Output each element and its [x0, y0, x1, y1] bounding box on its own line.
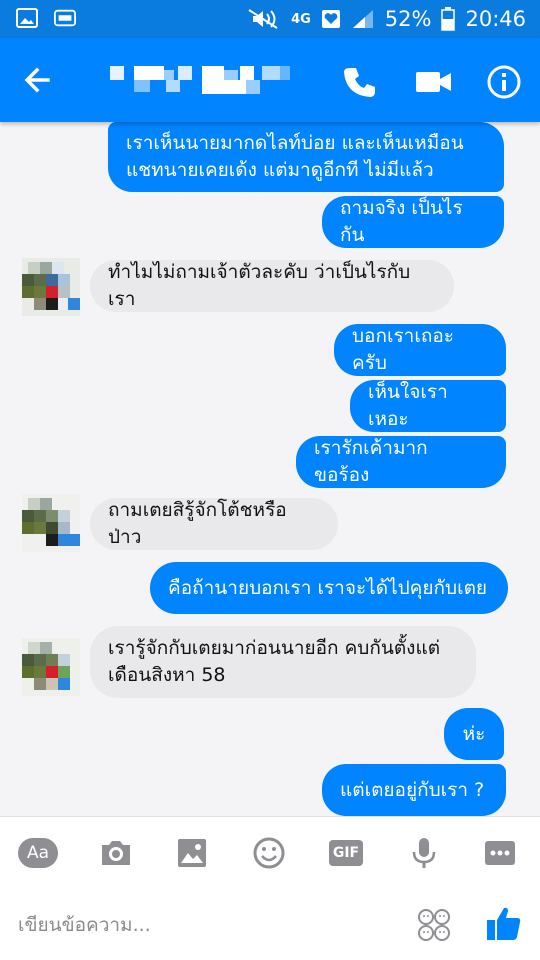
composer-toolbar: Aa GIF [0, 816, 540, 888]
network-4g-icon: 4G [291, 11, 311, 27]
message-incoming[interactable]: เรารู้จักกับเตยมาก่อนนายอีก คบกันตั้งแต่… [90, 626, 476, 698]
phone-icon[interactable] [340, 62, 380, 102]
message-list[interactable]: เราเห็นนายมากดไลท์บ่อย และเห็นเหมือน แชท… [0, 122, 540, 816]
text-format-label: Aa [18, 838, 58, 868]
image-notification-icon [16, 8, 38, 28]
clock: 20:46 [465, 7, 526, 31]
emoji-icon[interactable] [249, 835, 289, 871]
conversation-header [0, 38, 540, 122]
message-outgoing[interactable]: คือถ้านายบอกเรา เราจะได้ไปคุยกับเตย [150, 562, 508, 614]
gif-icon[interactable]: GIF [326, 835, 366, 871]
microphone-icon[interactable] [404, 835, 444, 871]
battery-percent: 52% [384, 7, 432, 31]
gif-label: GIF [329, 840, 363, 866]
contact-avatar[interactable] [22, 494, 80, 552]
contact-avatar[interactable] [22, 258, 80, 316]
mute-icon [248, 9, 278, 29]
cast-icon [54, 9, 76, 27]
text-format-icon[interactable]: Aa [18, 835, 58, 871]
message-incoming[interactable]: ถามเตยสิรู้จักโต้ชหรือป่าว [90, 498, 338, 550]
thumbs-up-icon[interactable] [484, 904, 524, 944]
message-outgoing[interactable]: แต่เตยอยู่กับเรา ? [322, 764, 506, 816]
message-outgoing[interactable]: เราเห็นนายมากดไลท์บ่อย และเห็นเหมือน แชท… [108, 122, 504, 192]
info-icon[interactable] [484, 62, 524, 102]
back-arrow-icon[interactable] [18, 60, 58, 100]
signal-icon [352, 10, 373, 28]
camera-icon[interactable] [96, 835, 136, 871]
message-outgoing[interactable]: บอกเราเถอะครับ [334, 324, 506, 376]
contact-name-pixelated[interactable] [110, 56, 300, 104]
message-input[interactable] [18, 908, 398, 942]
message-outgoing[interactable]: ห่ะ [444, 708, 504, 760]
contact-avatar[interactable] [22, 638, 80, 696]
message-incoming[interactable]: ทำไมไม่ถามเจ้าตัวละคับ ว่าเป็นไรกับเรา [90, 260, 454, 312]
battery-icon [441, 7, 456, 31]
gallery-icon[interactable] [172, 835, 212, 871]
heart-notification-icon [321, 10, 340, 28]
video-camera-icon[interactable] [414, 62, 454, 102]
more-icon[interactable] [480, 835, 520, 871]
status-bar: 4G 52% 20:46 [0, 0, 540, 38]
emoji-faces-icon[interactable] [416, 907, 452, 943]
message-outgoing[interactable]: เห็นใจเราเหอะ [350, 380, 506, 432]
composer [0, 888, 540, 960]
message-outgoing[interactable]: ถามจริง เป็นไรกัน [322, 196, 504, 248]
message-outgoing[interactable]: เรารักเค้ามาก ขอร้อง [296, 436, 506, 488]
